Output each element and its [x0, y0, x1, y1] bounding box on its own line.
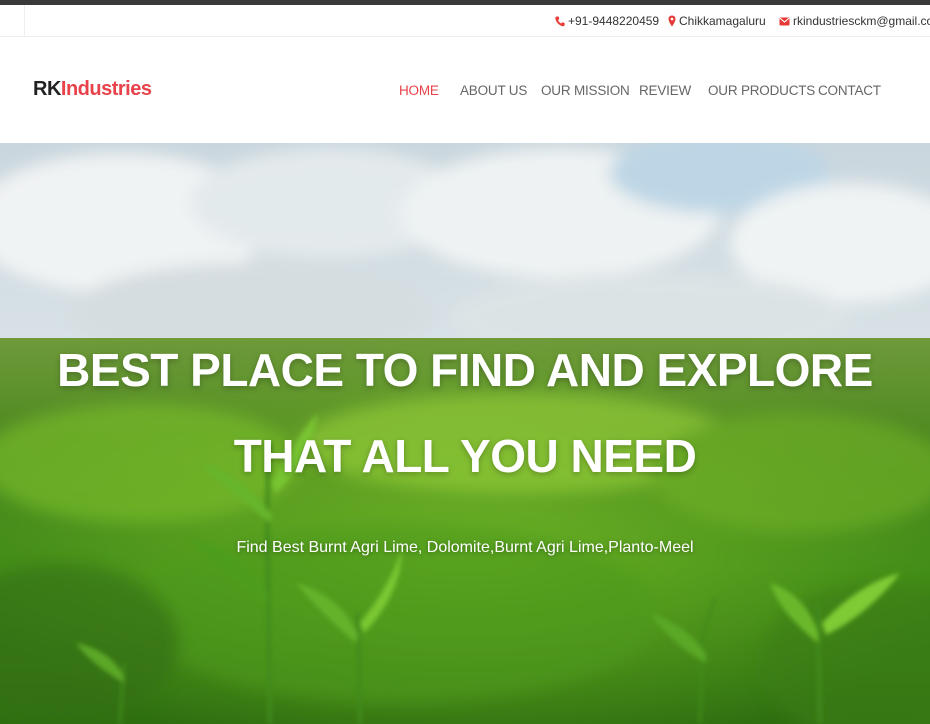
phone-contact[interactable]: +91-9448220459: [555, 14, 659, 28]
nav-about-us[interactable]: ABOUT US: [460, 83, 527, 98]
brand-logo-part2: Industries: [60, 78, 152, 100]
hero-title-line2: THAT ALL YOU NEED: [233, 430, 697, 482]
phone-icon: [555, 16, 565, 27]
brand-logo[interactable]: RKIndustries: [33, 78, 152, 101]
nav-contact[interactable]: CONTACT: [818, 83, 881, 98]
hero-title-line1: BEST PLACE TO FIND AND EXPLORE: [57, 344, 873, 396]
map-marker-icon: [668, 15, 676, 27]
email-contact[interactable]: rkindustriesckm@gmail.com: [779, 14, 930, 28]
hero-banner: BEST PLACE TO FIND AND EXPLORE THAT ALL …: [0, 143, 930, 724]
phone-number: +91-9448220459: [568, 14, 660, 28]
nav-our-mission[interactable]: OUR MISSION: [541, 83, 630, 98]
nav-home[interactable]: HOME: [399, 83, 439, 98]
envelope-icon: [779, 17, 790, 26]
main-navbar: RKIndustries HOME ABOUT US OUR MISSION R…: [0, 37, 930, 143]
brand-logo-part1: RK: [33, 78, 61, 100]
hero-subtitle: Find Best Burnt Agri Lime, Dolomite,Burn…: [236, 539, 694, 556]
location-text: Chikkamagaluru: [679, 14, 766, 28]
nav-review[interactable]: REVIEW: [639, 83, 691, 98]
contact-bar: +91-9448220459 Chikkamagaluru rkindustri…: [0, 5, 930, 37]
location-contact[interactable]: Chikkamagaluru: [668, 14, 766, 28]
contact-bar-divider: [24, 5, 25, 37]
nav-our-products[interactable]: OUR PRODUCTS: [708, 83, 815, 98]
email-text: rkindustriesckm@gmail.com: [793, 14, 930, 28]
